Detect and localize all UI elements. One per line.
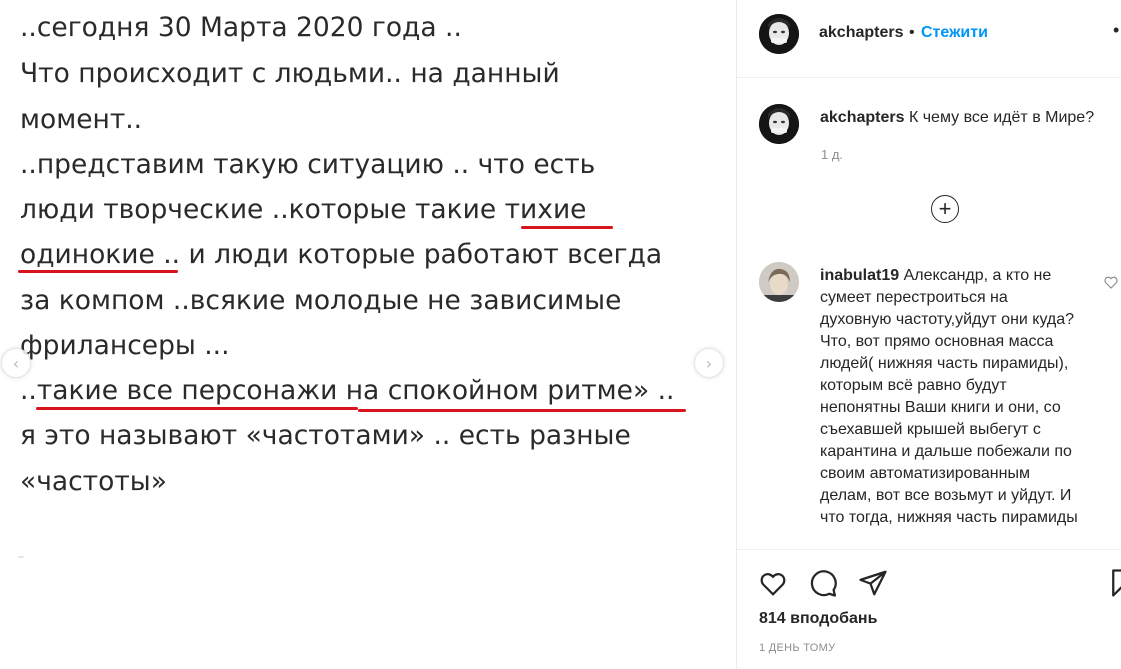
comments-list[interactable]: inabulat19 Александр, а кто не сумеет пе… [737,240,1121,548]
post-actions: 814 вподобань 1 ДЕНЬ ТОМУ [737,549,1121,669]
chevron-left-icon: ‹ [12,353,20,373]
avatar-image [759,104,799,144]
separator-dot: • [909,24,915,41]
comment-username[interactable]: inabulat19 [820,267,899,284]
red-underline [36,407,358,410]
caption-body: К чему все идёт в Мире? [908,109,1095,126]
instagram-post-window: ..сегодня 30 Марта 2020 года .. Что прои… [0,0,1121,669]
post-header: akchapters • Стежити • [737,0,1121,78]
red-underline [358,409,686,412]
carousel-next-button[interactable]: › [694,348,724,378]
comment-icon[interactable] [808,568,838,598]
heart-icon[interactable] [758,568,788,598]
post-side-panel: akchapters • Стежити • akchapters К чему… [736,0,1121,669]
likes-count[interactable]: 814 вподобань [759,610,877,628]
image-text-line: я это называют «частотами» .. есть разны… [20,420,631,451]
heart-icon[interactable] [1103,274,1119,290]
image-text-line: одинокие .. и люди которые работают всег… [20,239,663,270]
header-username[interactable]: akchapters [819,24,904,42]
image-text-line: «частоты» [20,466,167,497]
comment-text: inabulat19 Александр, а кто не сумеет пе… [820,265,1082,529]
image-text-line: люди творческие ..которые такие тихие [20,194,587,225]
caption-timestamp[interactable]: 1 д. [821,147,843,162]
avatar-image [759,262,799,302]
red-underline [18,270,178,273]
caption-username[interactable]: akchapters [820,109,905,126]
post-date[interactable]: 1 ДЕНЬ ТОМУ [759,642,835,654]
image-text-line: ..представим такую ситуацию .. что есть [20,149,596,180]
avatar[interactable] [759,262,799,302]
image-text-line: момент.. [20,104,143,135]
image-text-line: ..сегодня 30 Марта 2020 года .. [20,12,462,43]
post-image: ..сегодня 30 Марта 2020 года .. Что прои… [0,0,736,669]
bookmark-icon[interactable] [1107,568,1121,598]
plus-circle-icon: + [938,196,952,221]
comment-body: Александр, а кто не сумеет перестроиться… [820,267,1078,526]
follow-button[interactable]: Стежити [921,24,988,42]
image-text-line: ..такие все персонажи на спокойном ритме… [20,375,675,406]
load-more-comments-button[interactable]: + [931,195,959,223]
image-artifact [18,556,24,558]
send-icon[interactable] [858,568,888,598]
image-text-line: за компом ..всякие молодые не зависимые [20,285,622,316]
chevron-right-icon: › [705,353,713,373]
image-text-line: фрилансеры ... [20,330,230,361]
more-options-icon[interactable]: • [1113,20,1119,41]
carousel-prev-button[interactable]: ‹ [1,348,31,378]
caption-text: akchapters К чему все идёт в Мире? [820,109,1094,127]
avatar-image [759,14,799,54]
avatar[interactable] [759,14,799,54]
image-text-line: Что происходит с людьми.. на данный [20,58,560,89]
red-underline [521,226,613,229]
avatar[interactable] [759,104,799,144]
